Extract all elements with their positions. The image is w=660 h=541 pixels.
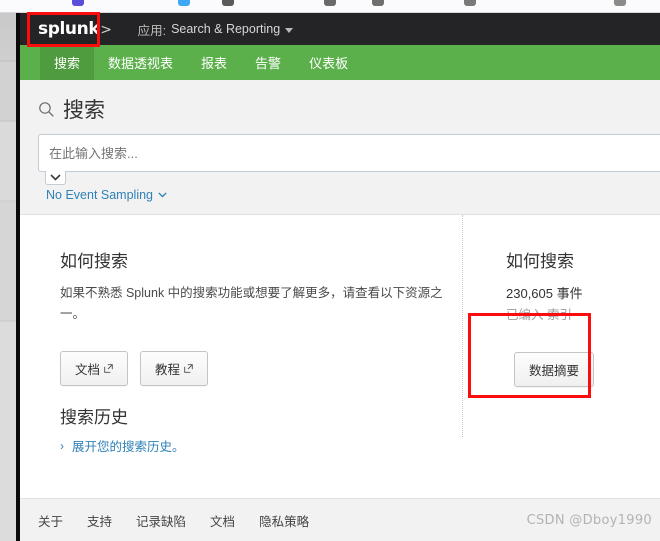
chevron-down-icon bbox=[285, 27, 294, 33]
bookmark-favicon[interactable] bbox=[72, 0, 84, 6]
splunk-logo[interactable]: splunk > bbox=[38, 18, 112, 39]
nav-item-search[interactable]: 搜索 bbox=[40, 45, 95, 80]
bookmark-favicon[interactable] bbox=[464, 0, 476, 6]
bookmark-favicon[interactable] bbox=[614, 0, 626, 6]
footer-link-documentation[interactable]: 文档 bbox=[210, 511, 235, 530]
expand-search-history-label: 展开您的搜索历史。 bbox=[72, 440, 185, 454]
chevron-down-icon bbox=[50, 174, 61, 181]
data-summary-button[interactable]: 数据摘要 bbox=[514, 352, 595, 387]
how-to-search-title: 如何搜索 bbox=[60, 252, 128, 271]
bookmark-favicon[interactable] bbox=[178, 0, 190, 6]
footer-link-privacy-policy[interactable]: 隐私策略 bbox=[259, 511, 309, 530]
bookmark-favicon[interactable] bbox=[222, 0, 234, 6]
desktop-background-strip bbox=[0, 0, 20, 541]
nav-item-label: 告警 bbox=[255, 56, 282, 71]
data-summary-button-label: 数据摘要 bbox=[529, 364, 580, 378]
footer-link-support[interactable]: 支持 bbox=[87, 511, 112, 530]
search-history-panel: 搜索历史 › 展开您的搜索历史。 bbox=[60, 403, 185, 455]
chevron-down-icon bbox=[158, 192, 167, 198]
data-summary-button-wrap: 数据摘要 bbox=[506, 352, 660, 387]
event-sampling-row: No Event Sampling bbox=[20, 172, 660, 204]
nav-item-label: 仪表板 bbox=[309, 56, 349, 71]
search-header: 搜索 No Event Sampling bbox=[20, 80, 660, 215]
documentation-button-label: 文档 bbox=[75, 363, 101, 378]
resource-button-row: 文档 教程 bbox=[60, 351, 460, 387]
external-link-icon bbox=[104, 364, 113, 373]
search-input-expand-toggle[interactable] bbox=[45, 171, 66, 185]
chevron-right-icon: › bbox=[60, 438, 64, 453]
documentation-button[interactable]: 文档 bbox=[60, 351, 129, 387]
splunk-logo-text: splunk bbox=[38, 18, 100, 39]
nav-item-alerts[interactable]: 告警 bbox=[241, 45, 295, 80]
tutorial-button[interactable]: 教程 bbox=[140, 351, 209, 387]
external-link-icon bbox=[184, 364, 193, 373]
expand-search-history-link[interactable]: › 展开您的搜索历史。 bbox=[60, 436, 185, 455]
how-to-search-panel: 如何搜索 如果不熟悉 Splunk 中的搜索功能或想要了解更多，请查看以下资源之… bbox=[60, 247, 460, 387]
search-input-row bbox=[20, 134, 660, 185]
search-history-title: 搜索历史 bbox=[60, 408, 128, 427]
search-input[interactable] bbox=[38, 134, 660, 172]
bookmark-favicon[interactable] bbox=[324, 0, 336, 6]
indexed-event-sublabel: 已编入 索引 bbox=[506, 308, 572, 322]
screenshot-root: splunk > 应用: Search & Reporting 搜索 数据透视表 … bbox=[0, 0, 660, 541]
app-topbar: splunk > 应用: Search & Reporting bbox=[20, 13, 660, 45]
nav-item-pivot[interactable]: 数据透视表 bbox=[94, 45, 187, 80]
primary-nav: 搜索 数据透视表 报表 告警 仪表板 bbox=[20, 45, 660, 80]
main-content: 如何搜索 如果不熟悉 Splunk 中的搜索功能或想要了解更多，请查看以下资源之… bbox=[20, 215, 660, 510]
nav-item-dashboards[interactable]: 仪表板 bbox=[295, 45, 362, 80]
page-title: 搜索 bbox=[63, 99, 105, 122]
nav-item-label: 报表 bbox=[201, 56, 228, 71]
splunk-logo-chevron-icon: > bbox=[100, 21, 112, 38]
nav-item-reports[interactable]: 报表 bbox=[187, 45, 241, 80]
event-sampling-label: No Event Sampling bbox=[46, 188, 154, 202]
footer-link-about[interactable]: 关于 bbox=[38, 511, 63, 530]
footer-link-file-a-bug[interactable]: 记录缺陷 bbox=[136, 511, 186, 530]
how-to-search-description: 如果不熟悉 Splunk 中的搜索功能或想要了解更多，请查看以下资源之一。 bbox=[60, 286, 443, 321]
column-divider bbox=[462, 215, 463, 437]
event-sampling-dropdown[interactable]: No Event Sampling bbox=[46, 188, 167, 202]
splunk-app-window: splunk > 应用: Search & Reporting 搜索 数据透视表 … bbox=[20, 13, 660, 541]
nav-item-label: 搜索 bbox=[54, 56, 81, 71]
browser-bookmark-bar[interactable] bbox=[0, 0, 660, 13]
nav-item-label: 数据透视表 bbox=[108, 56, 174, 71]
tutorial-button-label: 教程 bbox=[155, 363, 181, 378]
app-selector-value: Search & Reporting bbox=[171, 22, 281, 36]
app-selector-dropdown[interactable]: 应用: Search & Reporting bbox=[138, 20, 294, 39]
search-title-row: 搜索 bbox=[20, 94, 660, 124]
watermark: CSDN @Dboy1990 bbox=[526, 513, 652, 528]
indexed-event-count: 230,605 事件 bbox=[506, 286, 583, 301]
search-icon bbox=[39, 101, 54, 117]
bookmark-favicon[interactable] bbox=[372, 0, 384, 6]
data-summary-panel: 如何搜索 230,605 事件 已编入 索引 数据摘要 bbox=[482, 247, 660, 387]
app-selector-label: 应用: bbox=[137, 23, 167, 38]
data-summary-title: 如何搜索 bbox=[506, 252, 574, 271]
